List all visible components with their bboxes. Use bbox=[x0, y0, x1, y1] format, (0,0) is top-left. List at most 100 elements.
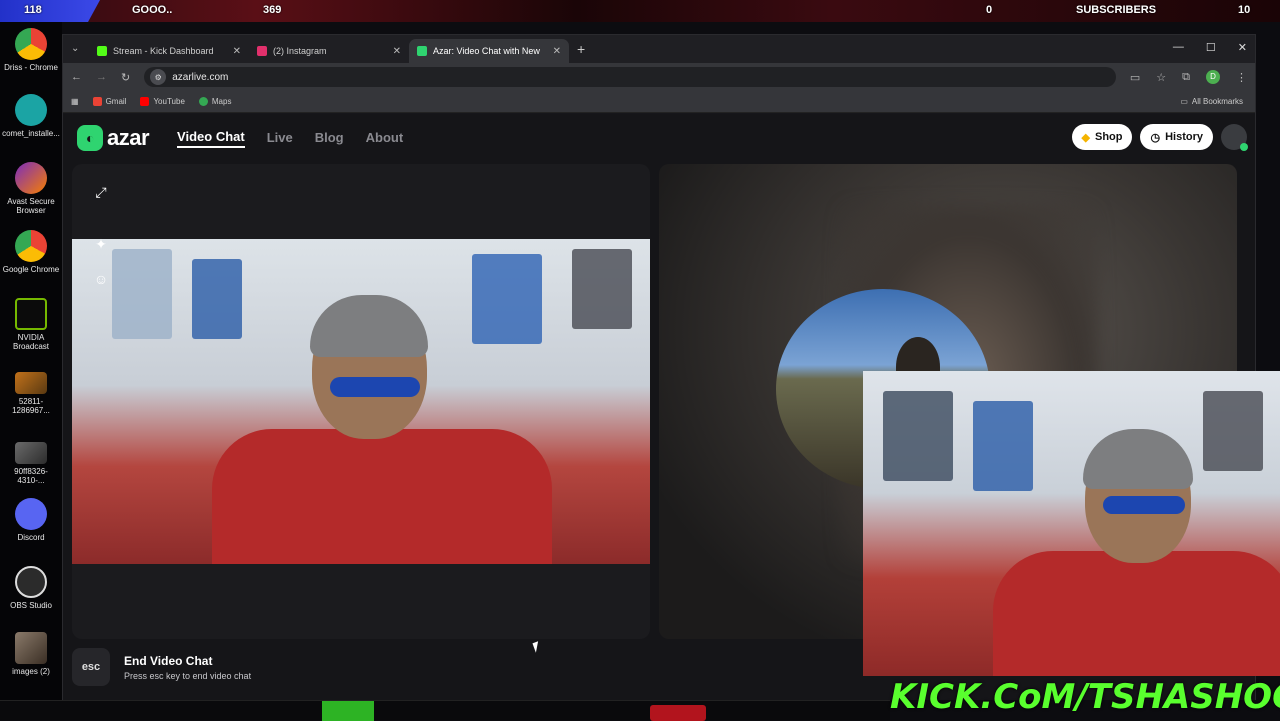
overlay-sub-count-left: 0 bbox=[986, 4, 993, 16]
menu-icon[interactable]: ⋮ bbox=[1236, 71, 1247, 84]
desktop-icons: Driss - Chrome comet_installe... Avast S… bbox=[0, 22, 62, 720]
overlay-left-count: 118 bbox=[24, 4, 42, 16]
end-video-chat-subtitle: Press esc key to end video chat bbox=[124, 670, 252, 681]
kick-channel-url: KICK.CoM/TSHASHOO bbox=[890, 677, 1280, 717]
close-tab-icon[interactable]: ✕ bbox=[233, 46, 241, 57]
close-tab-icon[interactable]: ✕ bbox=[393, 46, 401, 57]
kick-favicon-icon bbox=[97, 46, 107, 56]
esc-key-button[interactable]: esc bbox=[72, 648, 110, 686]
obs-icon bbox=[15, 566, 47, 598]
background-shelf bbox=[572, 249, 632, 329]
nav-live[interactable]: Live bbox=[267, 130, 293, 147]
my-video-panel: ⤢ ✦ ☺ bbox=[72, 164, 650, 639]
bookmark-maps[interactable]: Maps bbox=[198, 97, 231, 106]
desktop-icon-google-chrome[interactable]: Google Chrome bbox=[2, 230, 60, 274]
desktop-icon-label: Driss - Chrome bbox=[4, 63, 58, 72]
history-label: History bbox=[1165, 131, 1203, 143]
tab-kick-dashboard[interactable]: Stream - Kick Dashboard ✕ bbox=[89, 39, 249, 63]
tab-azar[interactable]: Azar: Video Chat with New ✕ bbox=[409, 39, 569, 63]
forward-icon[interactable]: → bbox=[96, 71, 107, 83]
reload-icon[interactable]: ↻ bbox=[121, 71, 130, 84]
user-avatar[interactable] bbox=[1221, 124, 1248, 151]
tab-search-icon[interactable]: ⌄ bbox=[71, 43, 79, 54]
overlay-goal-count: 369 bbox=[263, 4, 282, 16]
all-bookmarks-button[interactable]: ▭ All Bookmarks bbox=[1180, 97, 1243, 106]
gmail-icon bbox=[92, 97, 102, 106]
person-cap bbox=[310, 295, 428, 357]
azar-logo[interactable]: ◐ azar bbox=[77, 125, 150, 151]
nav-blog[interactable]: Blog bbox=[315, 130, 344, 147]
profile-avatar[interactable]: D bbox=[1206, 70, 1220, 84]
desktop-icon-avast[interactable]: Avast Secure Browser bbox=[2, 162, 60, 215]
end-text-block: End Video Chat Press esc key to end vide… bbox=[124, 654, 251, 681]
maximize-icon[interactable]: ☐ bbox=[1206, 41, 1216, 54]
background-shelf bbox=[883, 391, 953, 481]
taskbar-red-app[interactable] bbox=[650, 705, 706, 721]
tab-label: (2) Instagram bbox=[273, 46, 327, 56]
expand-icon[interactable]: ⤢ bbox=[90, 181, 112, 203]
window-controls: — ☐ ✕ bbox=[1173, 41, 1247, 54]
effects-sparkle-icon[interactable]: ✦ bbox=[90, 233, 112, 255]
desktop-icon-image-file-2[interactable]: 90ff8326-4310-... bbox=[2, 442, 60, 485]
minimize-icon[interactable]: — bbox=[1173, 41, 1184, 54]
desktop-icon-image-file-1[interactable]: 52811-1286967... bbox=[2, 372, 60, 415]
nav-about[interactable]: About bbox=[366, 130, 404, 147]
image-file-icon bbox=[15, 632, 47, 664]
desktop-icon-discord[interactable]: Discord bbox=[2, 498, 60, 542]
desktop-icon-images[interactable]: images (2) bbox=[2, 632, 60, 676]
desktop-icon-label: Discord bbox=[17, 533, 45, 542]
cast-icon[interactable]: ▭ bbox=[1130, 71, 1140, 84]
all-bookmarks-label: All Bookmarks bbox=[1191, 97, 1243, 106]
close-window-icon[interactable]: ✕ bbox=[1238, 41, 1247, 54]
taskbar bbox=[0, 700, 890, 721]
bookmarks-bar: ▦ Gmail YouTube Maps ▭ All Bookmarks bbox=[63, 91, 1255, 113]
azar-favicon-icon bbox=[417, 46, 427, 56]
history-button[interactable]: ◷ History bbox=[1140, 124, 1213, 150]
address-bar: ← → ↻ ⚙ azarlive.com ▭ ☆ ⧉ D ⋮ bbox=[63, 63, 1255, 91]
folder-icon: ▭ bbox=[1180, 97, 1188, 106]
avast-icon bbox=[15, 162, 47, 194]
comet-icon bbox=[15, 94, 47, 126]
desktop-icon-label: NVIDIA Broadcast bbox=[12, 333, 50, 351]
maps-icon bbox=[198, 97, 208, 106]
bookmark-gmail[interactable]: Gmail bbox=[92, 97, 126, 106]
extensions-icon[interactable]: ⧉ bbox=[1182, 71, 1190, 84]
overlay-sub-count-right: 10 bbox=[1238, 4, 1251, 16]
new-tab-icon[interactable]: + bbox=[577, 41, 585, 57]
clock-icon: ◷ bbox=[1150, 131, 1161, 144]
bookmark-youtube[interactable]: YouTube bbox=[140, 97, 185, 106]
desktop-icon-obs[interactable]: OBS Studio bbox=[2, 566, 60, 610]
address-bar-actions: ▭ ☆ ⧉ D ⋮ bbox=[1130, 70, 1247, 84]
person-glasses bbox=[1103, 496, 1185, 514]
desktop-icon-comet[interactable]: comet_installe... bbox=[2, 94, 60, 138]
back-icon[interactable]: ← bbox=[71, 71, 82, 83]
chrome-icon bbox=[15, 28, 47, 60]
image-file-icon bbox=[15, 442, 47, 464]
close-tab-icon[interactable]: ✕ bbox=[553, 46, 561, 57]
person-body bbox=[212, 429, 552, 564]
nav-video-chat[interactable]: Video Chat bbox=[177, 129, 245, 148]
tab-instagram[interactable]: (2) Instagram ✕ bbox=[249, 39, 409, 63]
apps-grid-icon[interactable]: ▦ bbox=[71, 97, 79, 106]
shop-button[interactable]: ◆ Shop bbox=[1071, 124, 1133, 150]
end-video-chat-hint: esc End Video Chat Press esc key to end … bbox=[72, 647, 251, 687]
desktop-icon-label: images (2) bbox=[12, 667, 50, 676]
bookmark-star-icon[interactable]: ☆ bbox=[1156, 71, 1166, 84]
desktop-icon-nvidia[interactable]: NVIDIA Broadcast bbox=[2, 298, 60, 351]
background-shelf bbox=[112, 249, 172, 339]
url-field[interactable]: ⚙ azarlive.com bbox=[144, 67, 1116, 87]
desktop-icon-driss-chrome[interactable]: Driss - Chrome bbox=[2, 28, 60, 72]
desktop-icon-label: Google Chrome bbox=[2, 265, 60, 274]
azar-logo-text: azar bbox=[107, 125, 150, 150]
nvidia-icon bbox=[15, 298, 47, 330]
background-shelf bbox=[472, 254, 542, 344]
stream-overlay-top: 118 GOOO.. 369 0 SUBSCRIBERS 10 bbox=[0, 0, 1280, 22]
site-info-icon[interactable]: ⚙ bbox=[150, 69, 167, 85]
desktop-icon-label: comet_installe... bbox=[2, 129, 60, 138]
person-cap bbox=[1083, 429, 1193, 489]
face-filter-icon[interactable]: ☺ bbox=[90, 268, 112, 290]
taskbar-green-app[interactable] bbox=[322, 701, 374, 721]
end-video-chat-title: End Video Chat bbox=[124, 653, 213, 668]
azar-logo-icon: ◐ bbox=[77, 125, 103, 151]
overlay-goal-label: GOOO.. bbox=[132, 4, 173, 16]
